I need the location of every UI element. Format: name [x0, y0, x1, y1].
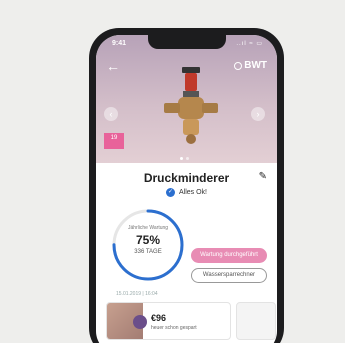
- savings-carousel: €96 heuer schon gespart: [106, 302, 277, 342]
- last-maintenance-date: 15.01.2019 | 16:04: [116, 291, 158, 297]
- product-title: Druckminderer: [143, 171, 230, 185]
- carousel-next-button[interactable]: ›: [251, 107, 265, 121]
- app-screen: 9:41 ..ıl ≈ ▭ ← BWT ‹ › 19 Druckminderer…: [96, 35, 277, 343]
- edit-pencil-icon[interactable]: ✎: [259, 171, 267, 182]
- brand-name: BWT: [244, 60, 267, 71]
- brand-mark-icon: [234, 61, 243, 70]
- maintenance-done-button[interactable]: Wartung durchgeführt: [191, 248, 267, 263]
- carousel-prev-button[interactable]: ‹: [104, 107, 118, 121]
- carousel-dot: [186, 157, 189, 160]
- product-hero: 9:41 ..ıl ≈ ▭ ← BWT ‹ › 19: [96, 35, 277, 163]
- maintenance-percent: 75%: [135, 233, 161, 247]
- status-text: Alles Ok!: [178, 189, 207, 196]
- back-arrow-icon[interactable]: ←: [106, 59, 120, 73]
- savings-card[interactable]: €96 heuer schon gespart: [106, 302, 231, 340]
- maintenance-days: 336 TAGE: [134, 249, 162, 255]
- status-time: 9:41: [112, 40, 127, 47]
- carousel-badge: 19: [104, 133, 124, 149]
- check-circle-icon: ✓: [165, 188, 175, 197]
- status-icons: ..ıl ≈ ▭: [236, 41, 263, 47]
- savings-badge-icon: [133, 315, 147, 329]
- carousel-dot: [180, 157, 183, 160]
- next-card-preview[interactable]: [236, 302, 276, 340]
- maintenance-caption: Jährliche Wartung: [127, 225, 169, 231]
- product-status: ✓ Alles Ok!: [96, 188, 277, 197]
- savings-amount: €96: [151, 313, 167, 323]
- phone-notch: [148, 35, 226, 49]
- water-saving-calculator-button[interactable]: Wassersparrechner: [191, 268, 267, 283]
- savings-subtitle: heuer schon gespart: [151, 325, 197, 331]
- brand-logo: BWT: [234, 60, 267, 71]
- maintenance-summary: Jährliche Wartung 75% 336 TAGE: [108, 225, 188, 255]
- product-image: [164, 67, 218, 144]
- carousel-indicator: [180, 157, 189, 160]
